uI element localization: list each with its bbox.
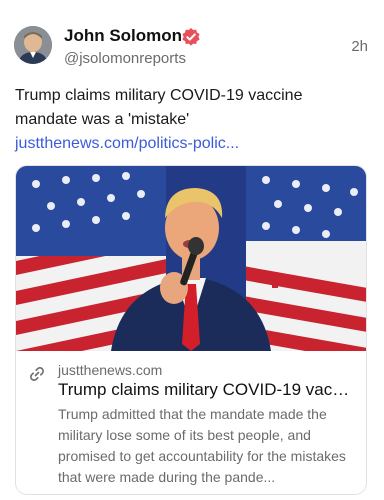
card-image[interactable]: [16, 166, 366, 351]
post-link[interactable]: justthenews.com/politics-polic...: [15, 135, 239, 152]
link-preview-card[interactable]: justthenews.com Trump claims military CO…: [15, 165, 367, 495]
author-name[interactable]: John Solomon: [64, 26, 182, 46]
author-handle[interactable]: @jsolomonreports: [64, 50, 186, 67]
post-timestamp[interactable]: 2h: [351, 38, 368, 55]
post-text-body: Trump claims military COVID-19 vaccine m…: [15, 87, 303, 128]
post-text: Trump claims military COVID-19 vaccine m…: [15, 84, 367, 156]
link-icon: [30, 367, 44, 381]
card-title[interactable]: Trump claims military COVID-19 vacci...: [58, 380, 356, 400]
avatar[interactable]: [14, 26, 52, 64]
card-description: Trump admitted that the mandate made the…: [58, 406, 346, 485]
card-meta[interactable]: justthenews.com Trump claims military CO…: [16, 351, 366, 494]
card-domain: justthenews.com: [58, 362, 163, 378]
verified-badge-icon: [182, 28, 200, 46]
post: John Solomon @jsolomonreports 2h Trump c…: [0, 0, 384, 500]
